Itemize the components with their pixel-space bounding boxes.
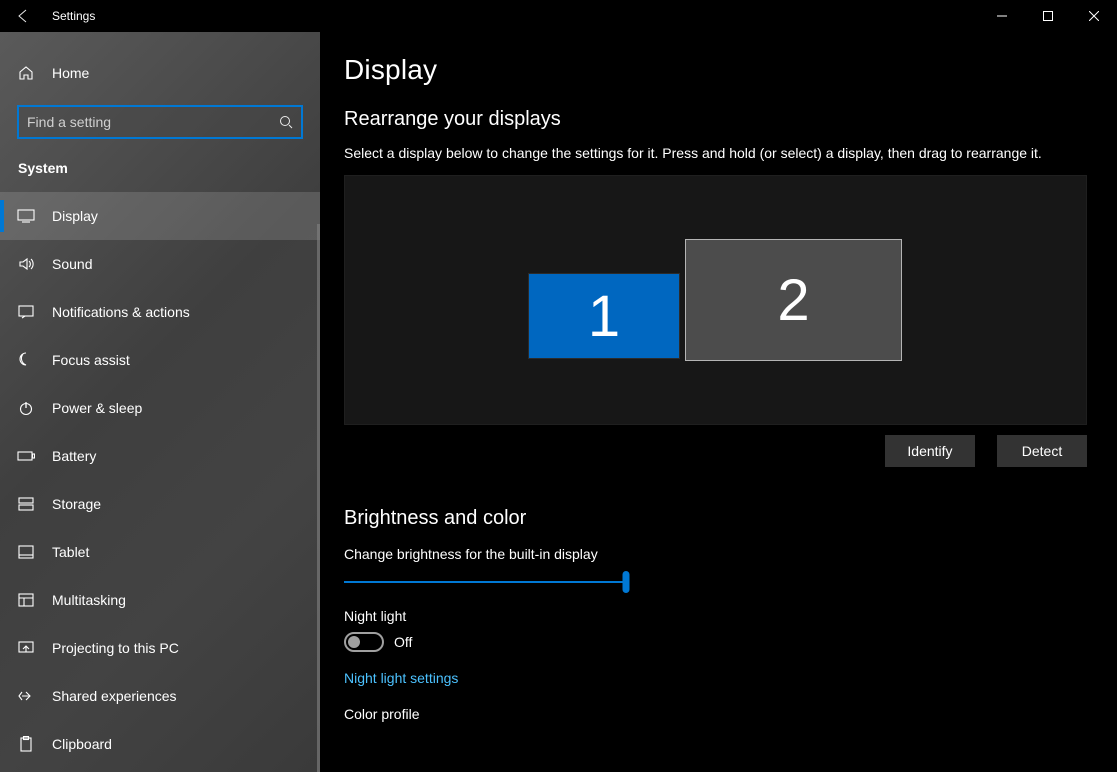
sidebar: Home System Display Sound Notificat: [0, 32, 320, 772]
night-light-label: Night light: [344, 608, 1087, 624]
settings-window: Settings Home: [0, 0, 1117, 772]
multitasking-icon: [14, 593, 38, 607]
brightness-heading: Brightness and color: [344, 507, 1087, 530]
search-input-field[interactable]: [27, 114, 279, 130]
maximize-button[interactable]: [1025, 0, 1071, 32]
minimize-button[interactable]: [979, 0, 1025, 32]
sidebar-item-label: Notifications & actions: [52, 304, 190, 320]
sidebar-item-power-sleep[interactable]: Power & sleep: [0, 384, 320, 432]
sound-icon: [14, 256, 38, 272]
projecting-icon: [14, 641, 38, 655]
search-icon: [279, 115, 293, 129]
sidebar-item-battery[interactable]: Battery: [0, 432, 320, 480]
brightness-slider-thumb[interactable]: [623, 571, 630, 593]
shared-experiences-icon: [14, 688, 38, 704]
clipboard-icon: [14, 736, 38, 752]
monitor-1-label: 1: [588, 283, 620, 350]
sidebar-item-display[interactable]: Display: [0, 192, 320, 240]
monitor-2-label: 2: [777, 267, 809, 334]
sidebar-item-label: Storage: [52, 496, 101, 512]
brightness-label: Change brightness for the built-in displ…: [344, 546, 1087, 562]
window-title: Settings: [48, 9, 95, 23]
night-light-toggle[interactable]: [344, 632, 384, 652]
back-button[interactable]: [0, 0, 48, 32]
detect-button[interactable]: Detect: [997, 435, 1087, 467]
titlebar: Settings: [0, 0, 1117, 32]
sidebar-item-label: Focus assist: [52, 352, 130, 368]
sidebar-item-projecting[interactable]: Projecting to this PC: [0, 624, 320, 672]
sidebar-item-label: Power & sleep: [52, 400, 142, 416]
sidebar-item-multitasking[interactable]: Multitasking: [0, 576, 320, 624]
monitor-1[interactable]: 1: [528, 273, 680, 359]
sidebar-item-label: Display: [52, 208, 98, 224]
sidebar-item-label: Tablet: [52, 544, 89, 560]
main-content: Display Rearrange your displays Select a…: [320, 32, 1117, 772]
sidebar-item-shared-experiences[interactable]: Shared experiences: [0, 672, 320, 720]
rearrange-heading: Rearrange your displays: [344, 108, 1087, 131]
color-profile-label: Color profile: [344, 706, 1087, 722]
identify-button[interactable]: Identify: [885, 435, 975, 467]
sidebar-item-sound[interactable]: Sound: [0, 240, 320, 288]
sidebar-item-label: Clipboard: [52, 736, 112, 752]
power-icon: [14, 400, 38, 416]
home-label: Home: [52, 65, 89, 81]
brightness-slider[interactable]: [344, 572, 626, 592]
night-light-settings-link[interactable]: Night light settings: [344, 670, 458, 686]
sidebar-item-label: Battery: [52, 448, 96, 464]
sidebar-section-title: System: [0, 138, 320, 186]
sidebar-item-clipboard[interactable]: Clipboard: [0, 720, 320, 768]
monitor-2[interactable]: 2: [685, 239, 902, 361]
sidebar-item-label: Multitasking: [52, 592, 126, 608]
home-icon: [14, 65, 38, 81]
night-light-state: Off: [394, 634, 412, 650]
sidebar-item-storage[interactable]: Storage: [0, 480, 320, 528]
sidebar-item-label: Projecting to this PC: [52, 640, 179, 656]
notifications-icon: [14, 304, 38, 320]
focus-assist-icon: [14, 352, 38, 368]
rearrange-help-text: Select a display below to change the set…: [344, 145, 1087, 161]
search-input[interactable]: [18, 106, 302, 138]
tablet-icon: [14, 545, 38, 559]
sidebar-item-notifications[interactable]: Notifications & actions: [0, 288, 320, 336]
display-arrangement-area[interactable]: 1 2: [344, 175, 1087, 425]
display-icon: [14, 209, 38, 223]
sidebar-item-tablet[interactable]: Tablet: [0, 528, 320, 576]
sidebar-item-label: Shared experiences: [52, 688, 177, 704]
sidebar-item-focus-assist[interactable]: Focus assist: [0, 336, 320, 384]
close-button[interactable]: [1071, 0, 1117, 32]
page-title: Display: [344, 54, 1087, 86]
sidebar-item-label: Sound: [52, 256, 92, 272]
home-nav[interactable]: Home: [0, 50, 320, 96]
storage-icon: [14, 497, 38, 511]
nav-list: Display Sound Notifications & actions Fo…: [0, 186, 320, 768]
battery-icon: [14, 450, 38, 462]
